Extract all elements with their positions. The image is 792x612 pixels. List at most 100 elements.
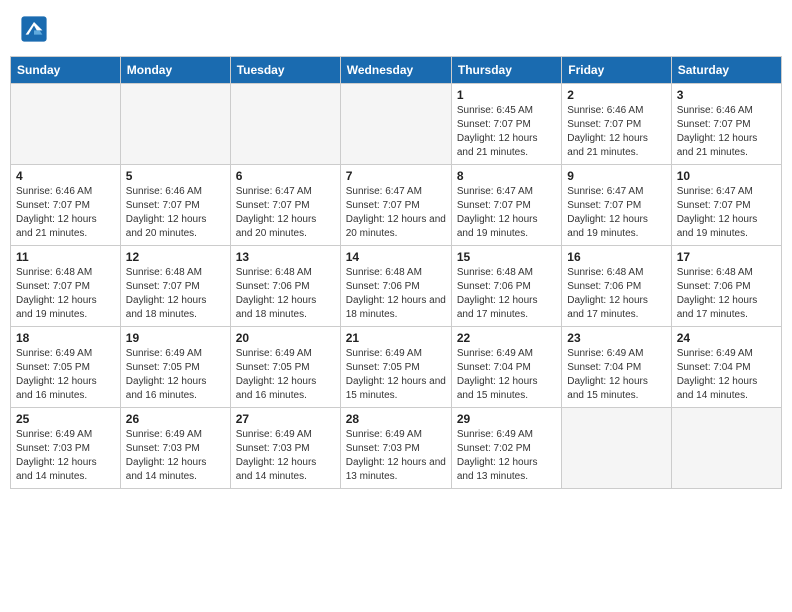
calendar-cell: 2 Sunrise: 6:46 AMSunset: 7:07 PMDaylight… [562,84,671,165]
day-info: Sunrise: 6:49 AMSunset: 7:05 PMDaylight:… [126,347,225,403]
day-info: Sunrise: 6:47 AMSunset: 7:07 PMDaylight:… [457,185,556,241]
day-number: 24 [677,331,776,345]
calendar-cell: 1Sunrise: 6:45 AMSunset: 7:07 PMDaylight… [451,84,561,165]
calendar-cell: 21 Sunrise: 6:49 AMSunset: 7:05 PMDayligh… [340,327,451,408]
sunset-text: Sunset: 7:07 PM [126,280,225,294]
calendar-cell: 5Sunrise: 6:46 AMSunset: 7:07 PMDaylight… [120,165,230,246]
day-number: 21 [346,331,446,345]
daylight-text: Daylight: 12 hours and 14 minutes. [677,375,776,403]
sunset-text: Sunset: 7:03 PM [236,442,335,456]
sunset-text: Sunset: 7:06 PM [346,280,446,294]
day-number: 5 [126,169,225,183]
calendar-cell: 7 Sunrise: 6:47 AMSunset: 7:07 PMDaylight… [340,165,451,246]
day-info: Sunrise: 6:49 AMSunset: 7:05 PMDaylight:… [346,347,446,403]
calendar-week-row: 18Sunrise: 6:49 AMSunset: 7:05 PMDayligh… [11,327,782,408]
day-number: 25 [16,412,115,426]
calendar-cell: 16Sunrise: 6:48 AMSunset: 7:06 PMDayligh… [562,246,671,327]
day-info: Sunrise: 6:48 AMSunset: 7:06 PMDaylight:… [457,266,556,322]
day-info: Sunrise: 6:46 AMSunset: 7:07 PMDaylight:… [16,185,115,241]
calendar-cell: 26Sunrise: 6:49 AMSunset: 7:03 PMDayligh… [120,408,230,489]
day-info: Sunrise: 6:47 AMSunset: 7:07 PMDaylight:… [346,185,446,241]
day-info: Sunrise: 6:49 AMSunset: 7:02 PMDaylight:… [457,428,556,484]
daylight-text: Daylight: 12 hours and 19 minutes. [16,294,115,322]
day-info: Sunrise: 6:47 AMSunset: 7:07 PMDaylight:… [677,185,776,241]
day-info: Sunrise: 6:46 AMSunset: 7:07 PMDaylight:… [567,104,665,160]
sunset-text: Sunset: 7:03 PM [346,442,446,456]
day-number: 15 [457,250,556,264]
day-info: Sunrise: 6:46 AMSunset: 7:07 PMDaylight:… [677,104,776,160]
day-number: 19 [126,331,225,345]
sunset-text: Sunset: 7:05 PM [236,361,335,375]
day-number: 27 [236,412,335,426]
sunrise-text: Sunrise: 6:49 AM [236,428,335,442]
sunrise-text: Sunrise: 6:49 AM [16,428,115,442]
calendar-week-row: 25Sunrise: 6:49 AMSunset: 7:03 PMDayligh… [11,408,782,489]
day-number: 28 [346,412,446,426]
sunrise-text: Sunrise: 6:49 AM [677,347,776,361]
sunrise-text: Sunrise: 6:46 AM [677,104,776,118]
calendar-cell: 13Sunrise: 6:48 AMSunset: 7:06 PMDayligh… [230,246,340,327]
calendar-cell: 23Sunrise: 6:49 AMSunset: 7:04 PMDayligh… [562,327,671,408]
day-info: Sunrise: 6:49 AMSunset: 7:03 PMDaylight:… [236,428,335,484]
page-header [10,10,782,48]
sunrise-text: Sunrise: 6:49 AM [567,347,665,361]
sunset-text: Sunset: 7:07 PM [346,199,446,213]
sunrise-text: Sunrise: 6:46 AM [567,104,665,118]
calendar-cell: 17Sunrise: 6:48 AMSunset: 7:06 PMDayligh… [671,246,781,327]
sunset-text: Sunset: 7:04 PM [567,361,665,375]
daylight-text: Daylight: 12 hours and 17 minutes. [457,294,556,322]
sunrise-text: Sunrise: 6:49 AM [16,347,115,361]
calendar-cell: 19 Sunrise: 6:49 AMSunset: 7:05 PMDayligh… [120,327,230,408]
daylight-text: Daylight: 12 hours and 18 minutes. [126,294,225,322]
calendar-cell: 11Sunrise: 6:48 AMSunset: 7:07 PMDayligh… [11,246,121,327]
day-number: 12 [126,250,225,264]
calendar-cell [230,84,340,165]
calendar-header-row: SundayMondayTuesdayWednesdayThursdayFrid… [11,57,782,84]
day-number: 4 [16,169,115,183]
calendar-cell [11,84,121,165]
calendar-week-row: 4 Sunrise: 6:46 AMSunset: 7:07 PMDaylight… [11,165,782,246]
day-number: 10 [677,169,776,183]
weekday-header-tuesday: Tuesday [230,57,340,84]
day-info: Sunrise: 6:49 AMSunset: 7:03 PMDaylight:… [346,428,446,484]
daylight-text: Daylight: 12 hours and 21 minutes. [16,213,115,241]
daylight-text: Daylight: 12 hours and 16 minutes. [16,375,115,403]
daylight-text: Daylight: 12 hours and 19 minutes. [567,213,665,241]
daylight-text: Daylight: 12 hours and 14 minutes. [16,456,115,484]
daylight-text: Daylight: 12 hours and 14 minutes. [236,456,335,484]
calendar-cell: 4 Sunrise: 6:46 AMSunset: 7:07 PMDaylight… [11,165,121,246]
day-number: 7 [346,169,446,183]
day-info: Sunrise: 6:48 AMSunset: 7:06 PMDaylight:… [677,266,776,322]
logo [20,15,51,43]
calendar-cell: 27 Sunrise: 6:49 AMSunset: 7:03 PMDayligh… [230,408,340,489]
sunset-text: Sunset: 7:07 PM [236,199,335,213]
day-number: 3 [677,88,776,102]
day-number: 2 [567,88,665,102]
sunset-text: Sunset: 7:07 PM [457,199,556,213]
sunrise-text: Sunrise: 6:48 AM [126,266,225,280]
daylight-text: Daylight: 12 hours and 17 minutes. [677,294,776,322]
daylight-text: Daylight: 12 hours and 16 minutes. [126,375,225,403]
calendar-cell [120,84,230,165]
daylight-text: Daylight: 12 hours and 15 minutes. [567,375,665,403]
calendar-cell [562,408,671,489]
sunset-text: Sunset: 7:07 PM [16,199,115,213]
weekday-header-monday: Monday [120,57,230,84]
daylight-text: Daylight: 12 hours and 19 minutes. [677,213,776,241]
sunrise-text: Sunrise: 6:49 AM [457,347,556,361]
sunrise-text: Sunrise: 6:47 AM [567,185,665,199]
sunrise-text: Sunrise: 6:47 AM [677,185,776,199]
sunrise-text: Sunrise: 6:47 AM [236,185,335,199]
day-number: 13 [236,250,335,264]
sunset-text: Sunset: 7:02 PM [457,442,556,456]
sunrise-text: Sunrise: 6:49 AM [236,347,335,361]
day-info: Sunrise: 6:48 AMSunset: 7:06 PMDaylight:… [567,266,665,322]
day-info: Sunrise: 6:45 AMSunset: 7:07 PMDaylight:… [457,104,556,160]
weekday-header-friday: Friday [562,57,671,84]
sunset-text: Sunset: 7:04 PM [457,361,556,375]
sunset-text: Sunset: 7:07 PM [457,118,556,132]
sunset-text: Sunset: 7:05 PM [16,361,115,375]
sunrise-text: Sunrise: 6:49 AM [346,347,446,361]
calendar-cell: 6Sunrise: 6:47 AMSunset: 7:07 PMDaylight… [230,165,340,246]
day-info: Sunrise: 6:47 AMSunset: 7:07 PMDaylight:… [236,185,335,241]
